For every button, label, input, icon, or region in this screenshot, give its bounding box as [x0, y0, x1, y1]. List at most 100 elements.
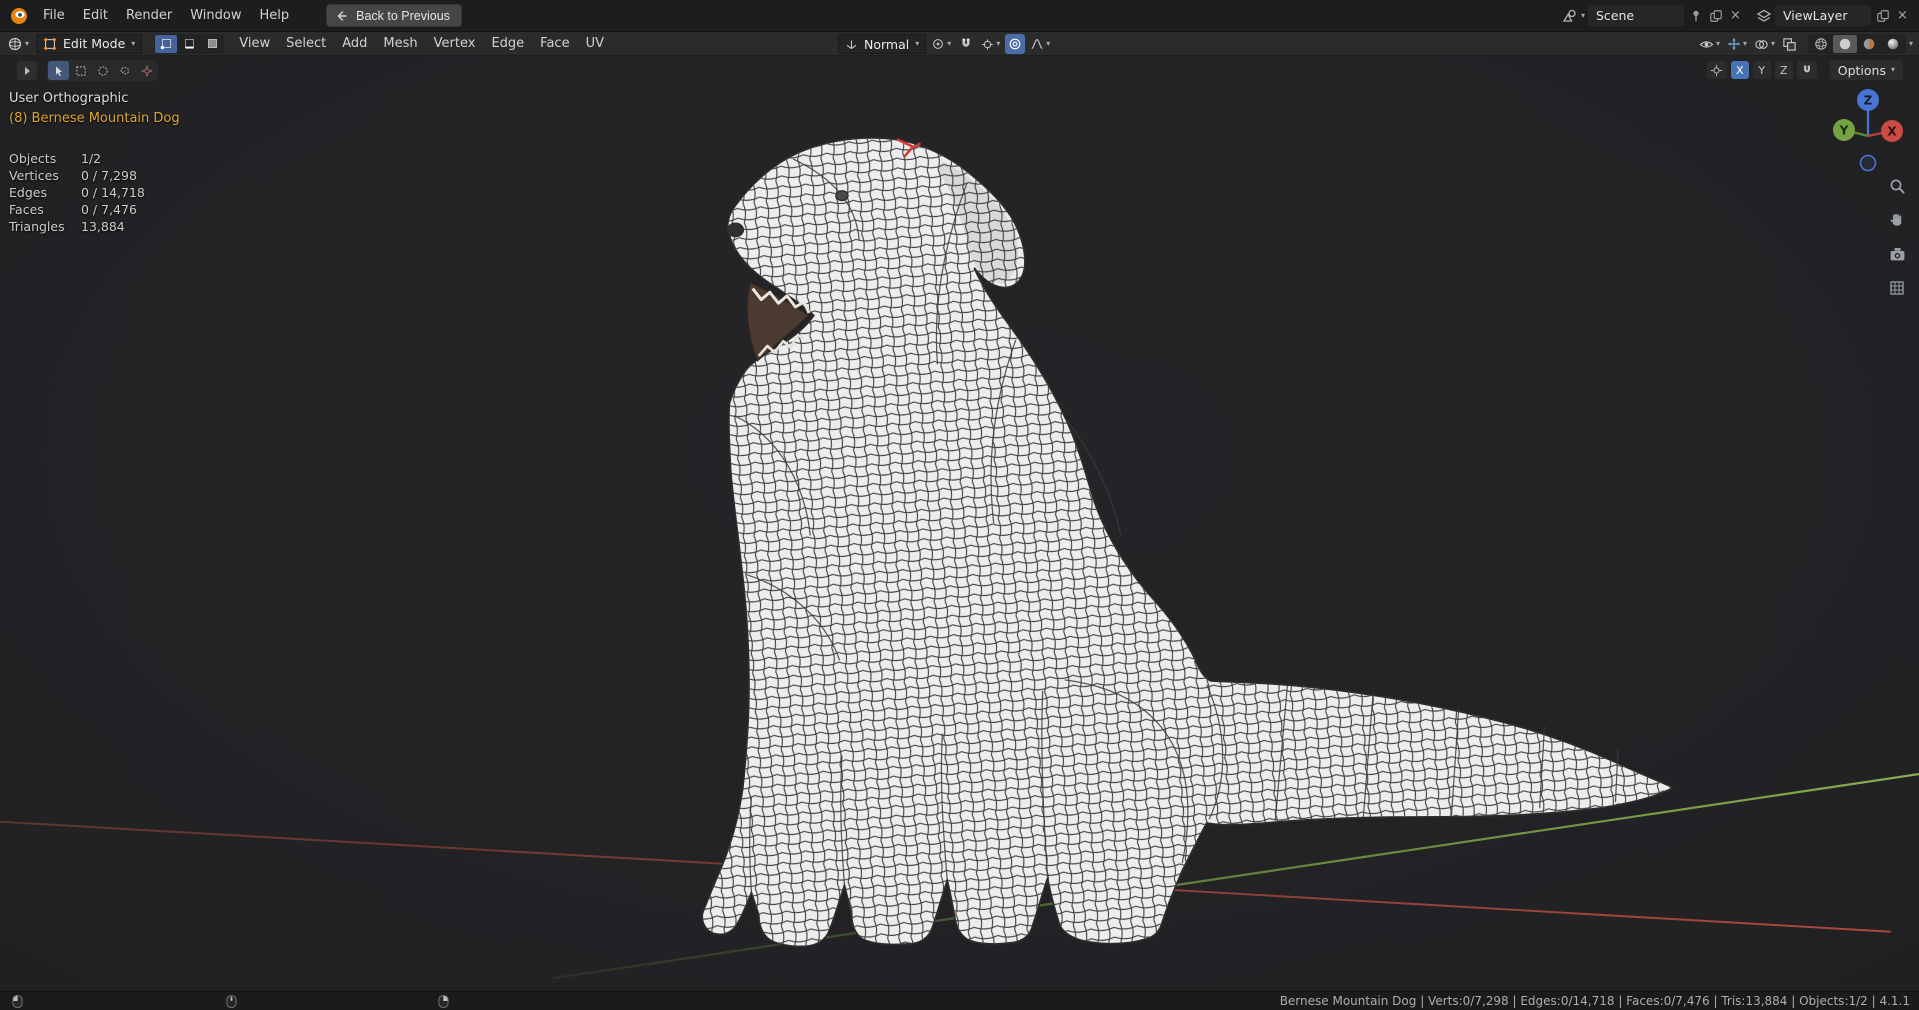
overlays-chevron: ▾ — [1770, 39, 1775, 48]
cursor-tool-button[interactable] — [136, 61, 157, 80]
viewport-3d[interactable] — [0, 0, 1919, 1010]
scene-icon[interactable] — [1561, 7, 1578, 24]
mode-select-chevron: ▾ — [131, 38, 136, 48]
tool-shelf-row — [17, 60, 158, 81]
gizmos-dropdown[interactable]: ▾ — [1725, 34, 1749, 54]
toggle-ortho-button[interactable] — [1887, 278, 1907, 298]
menu-render[interactable]: Render — [117, 0, 181, 32]
pivot-chevron: ▾ — [947, 39, 952, 48]
gizmo-x-label: X — [1887, 125, 1897, 139]
snap-magnet-mini-icon[interactable] — [1796, 61, 1817, 79]
stat-triangles: Triangles 13,884 — [9, 218, 180, 235]
menu-vertex[interactable]: Vertex — [426, 32, 484, 56]
shading-rendered-button[interactable] — [1881, 35, 1905, 53]
visibility-dropdown[interactable]: ▾ — [1697, 34, 1722, 54]
orientation-chevron: ▾ — [915, 39, 920, 48]
menu-edit[interactable]: Edit — [74, 0, 117, 32]
stat-value: 0 / 7,298 — [81, 168, 137, 183]
unlink-scene-icon[interactable]: × — [1727, 7, 1744, 24]
mouse-middle-icon — [226, 994, 237, 1009]
view-perspective-label: User Orthographic — [9, 91, 129, 106]
stat-faces: Faces 0 / 7,476 — [9, 201, 180, 218]
overlays-dropdown[interactable]: ▾ — [1752, 34, 1777, 54]
stat-value: 1/2 — [81, 151, 102, 166]
menu-select[interactable]: Select — [278, 32, 334, 56]
scene-name-field[interactable]: Scene — [1588, 5, 1684, 26]
transform-orientation-dropdown[interactable]: Normal ▾ — [838, 34, 927, 54]
select-lasso-tool-button[interactable] — [114, 61, 135, 80]
edge-select-button[interactable] — [178, 35, 200, 53]
vertex-select-button[interactable] — [155, 34, 178, 53]
select-circle-tool-button[interactable] — [92, 61, 113, 80]
menu-uv[interactable]: UV — [578, 32, 612, 56]
remove-viewlayer-icon[interactable]: × — [1894, 7, 1911, 24]
stat-vertices: Vertices 0 / 7,298 — [9, 167, 180, 184]
topbar: File Edit Render Window Help Back to Pre… — [0, 0, 1919, 32]
gizmos-chevron: ▾ — [1742, 39, 1747, 48]
header-right-controls: ▾ ▾ ▾ ▾ — [1697, 32, 1913, 56]
proportional-editing-toggle[interactable] — [1005, 34, 1026, 54]
viewlayer-name-field[interactable]: ViewLayer — [1775, 5, 1871, 26]
menu-file[interactable]: File — [34, 0, 74, 32]
menu-add[interactable]: Add — [334, 32, 375, 56]
menu-view[interactable]: View — [231, 32, 278, 56]
statusbar-scene-stats: Bernese Mountain Dog | Verts:0/7,298 | E… — [1279, 994, 1910, 1008]
options-dropdown[interactable]: Options ▾ — [1829, 60, 1903, 80]
camera-view-button[interactable] — [1887, 244, 1907, 264]
tweak-tool-button[interactable] — [48, 61, 69, 80]
topbar-right-widgets: ▾ Scene × ViewLayer × — [1561, 5, 1911, 26]
snap-toggle-button[interactable] — [956, 34, 976, 54]
stat-edges: Edges 0 / 14,718 — [9, 184, 180, 201]
shading-wireframe-button[interactable] — [1809, 35, 1833, 53]
edit-mode-icon — [44, 37, 56, 50]
navigation-gizmo[interactable]: Z X Y — [1828, 84, 1908, 179]
viewlayer-icon[interactable] — [1755, 7, 1772, 24]
shading-material-button[interactable] — [1857, 35, 1881, 53]
options-label: Options — [1837, 62, 1886, 78]
snap-settings-chevron: ▾ — [996, 39, 1001, 48]
menu-help[interactable]: Help — [251, 0, 299, 32]
xray-toggle-button[interactable] — [1780, 34, 1800, 54]
shading-dropdown-chevron[interactable]: ▾ — [1909, 40, 1913, 48]
stat-objects: Objects 1/2 — [9, 150, 180, 167]
statusbar: Bernese Mountain Dog | Verts:0/7,298 | E… — [0, 991, 1919, 1010]
mirror-y-button[interactable]: Y — [1752, 61, 1771, 79]
snap-cursor-icon[interactable] — [1706, 61, 1727, 79]
dog-nose — [726, 222, 745, 238]
falloff-chevron: ▾ — [1046, 39, 1051, 48]
mirror-z-button[interactable]: Z — [1774, 61, 1793, 79]
mouse-right-icon — [438, 994, 449, 1009]
menu-window[interactable]: Window — [181, 0, 250, 32]
new-viewlayer-icon[interactable] — [1874, 7, 1891, 24]
stat-label: Vertices — [9, 168, 59, 183]
menu-mesh[interactable]: Mesh — [375, 32, 425, 56]
editor-type-button[interactable]: ▾ — [5, 34, 31, 54]
snap-settings-dropdown[interactable]: ▾ — [979, 34, 1002, 54]
proportional-falloff-dropdown[interactable]: ▾ — [1028, 34, 1052, 54]
viewport-header: ▾ Edit Mode ▾ View Select Add Mesh Verte… — [0, 32, 1919, 56]
blender-logo[interactable] — [8, 5, 30, 27]
scene-dropdown-chevron[interactable]: ▾ — [1581, 11, 1585, 20]
new-scene-icon[interactable] — [1707, 7, 1724, 24]
menu-face[interactable]: Face — [532, 32, 577, 56]
toolbar-toggle-button[interactable] — [17, 61, 37, 80]
select-mode-buttons — [154, 33, 225, 54]
gizmo-minus-z-ball[interactable] — [1859, 154, 1877, 172]
gizmo-z-label: Z — [1864, 94, 1873, 108]
dog-eye — [835, 190, 849, 202]
mode-select-label: Edit Mode — [63, 36, 126, 51]
stat-label: Objects — [9, 151, 57, 166]
face-select-button[interactable] — [201, 35, 223, 53]
visibility-chevron: ▾ — [1715, 39, 1720, 48]
select-box-tool-button[interactable] — [70, 61, 91, 80]
mirror-x-button[interactable]: X — [1730, 61, 1749, 79]
back-to-previous-button[interactable]: Back to Previous — [326, 4, 462, 27]
menu-edge[interactable]: Edge — [483, 32, 532, 56]
pivot-point-dropdown[interactable]: ▾ — [929, 34, 953, 54]
pin-icon[interactable] — [1687, 7, 1704, 24]
zoom-view-button[interactable] — [1887, 176, 1907, 196]
orientation-icon — [846, 39, 857, 49]
mode-select-dropdown[interactable]: Edit Mode ▾ — [36, 33, 143, 54]
pan-view-button[interactable] — [1887, 210, 1907, 230]
shading-solid-button[interactable] — [1832, 35, 1857, 53]
